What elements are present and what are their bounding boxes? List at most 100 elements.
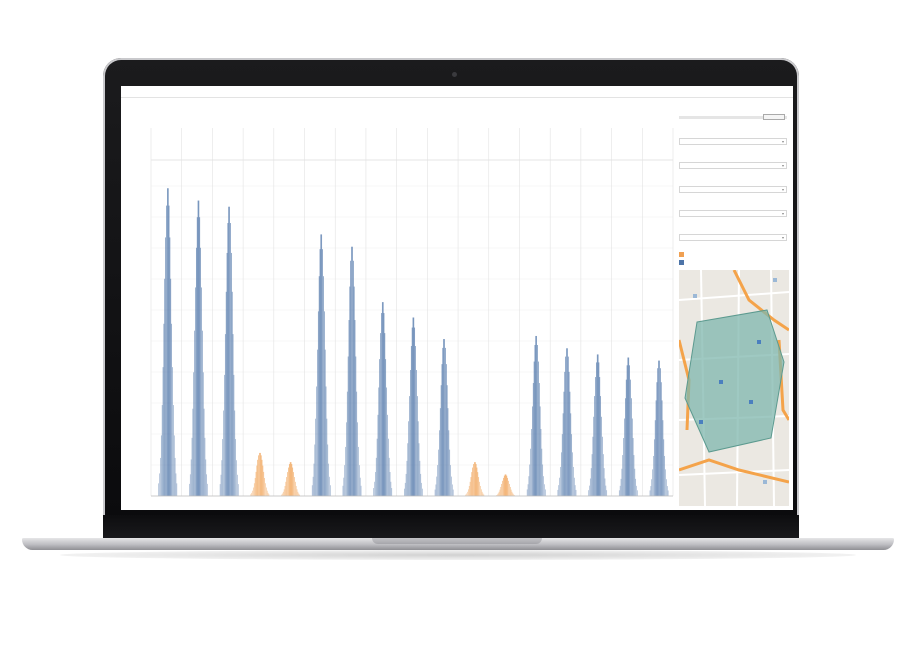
chart-bar bbox=[221, 460, 223, 496]
chart-bar bbox=[347, 356, 349, 496]
chart-bar bbox=[207, 483, 208, 496]
chart-bar bbox=[417, 421, 419, 496]
chart-bar bbox=[173, 435, 175, 496]
chart-bar bbox=[501, 483, 502, 496]
chart-bar bbox=[605, 485, 607, 496]
chart-bar bbox=[350, 260, 352, 496]
chart-bar bbox=[407, 443, 409, 496]
chart-bar bbox=[625, 379, 627, 496]
chart-bar bbox=[629, 365, 630, 496]
chart-bar bbox=[267, 492, 269, 496]
chart-bar bbox=[388, 438, 389, 496]
chart-bar bbox=[595, 377, 596, 496]
chart-bar bbox=[446, 385, 448, 496]
chart-bar bbox=[420, 473, 422, 496]
chart-bar bbox=[571, 434, 573, 496]
chart-bar bbox=[561, 434, 563, 496]
filter-select-1[interactable] bbox=[679, 138, 787, 145]
chart-bar bbox=[497, 493, 499, 496]
chart-bar bbox=[601, 416, 602, 496]
chart-bar bbox=[254, 477, 256, 496]
chart-bar bbox=[175, 473, 177, 496]
chart-bar bbox=[589, 485, 590, 496]
chart-bar bbox=[162, 367, 164, 496]
chart-bar bbox=[345, 446, 346, 496]
chart-bar bbox=[316, 386, 317, 496]
chart-bar bbox=[449, 449, 451, 496]
chart-bar bbox=[559, 477, 560, 496]
chart-bar bbox=[322, 249, 323, 496]
chart-bar bbox=[260, 452, 261, 496]
chart-bar bbox=[318, 276, 320, 496]
filter-select-4[interactable] bbox=[679, 210, 787, 217]
chart-bar bbox=[593, 416, 595, 496]
chart-bar bbox=[159, 473, 160, 496]
chart-bar bbox=[632, 438, 634, 496]
chart-bar bbox=[224, 374, 225, 496]
chart-bar bbox=[195, 287, 196, 496]
chart-bar bbox=[469, 481, 471, 496]
chart-bar bbox=[203, 408, 205, 496]
chart-bar bbox=[603, 468, 605, 496]
chart-bar bbox=[386, 387, 387, 496]
chart-bar bbox=[649, 490, 651, 496]
chart-bar bbox=[445, 347, 446, 496]
chart-bar bbox=[260, 455, 262, 496]
chart-bar bbox=[471, 472, 473, 496]
chart-bar bbox=[540, 429, 542, 496]
chart-bar bbox=[194, 330, 195, 496]
chart-bar bbox=[602, 454, 604, 496]
chart-bar bbox=[604, 478, 606, 496]
chart-bar bbox=[631, 418, 633, 496]
chart-bar bbox=[451, 476, 452, 496]
chart-bar bbox=[236, 460, 237, 496]
chart-bar bbox=[662, 420, 664, 496]
chart-bar bbox=[657, 368, 659, 496]
filter-select-3[interactable] bbox=[679, 186, 787, 193]
chart-bar bbox=[226, 252, 228, 496]
chart-bar bbox=[588, 490, 589, 496]
chart-bar bbox=[404, 482, 406, 496]
chart-bar bbox=[197, 200, 199, 496]
chart-bar bbox=[253, 483, 255, 496]
chart-bar bbox=[352, 260, 354, 496]
chart-bar bbox=[406, 460, 408, 496]
chart-bar bbox=[620, 478, 622, 496]
chart-bar bbox=[167, 188, 168, 496]
chart-bar bbox=[532, 383, 534, 496]
chart-bar bbox=[468, 485, 470, 496]
location-map[interactable] bbox=[679, 270, 789, 506]
chart-bar bbox=[199, 217, 201, 496]
chart-bar bbox=[532, 406, 533, 496]
chart-bar bbox=[164, 278, 166, 496]
chart-bar bbox=[202, 330, 203, 496]
chart-bar bbox=[567, 356, 569, 496]
chart-bar bbox=[538, 383, 540, 496]
chart-bar bbox=[285, 481, 287, 496]
chart-bar bbox=[473, 464, 474, 496]
chart-bar bbox=[190, 459, 192, 496]
chart-bar bbox=[599, 377, 601, 496]
legend-item-weekend[interactable] bbox=[679, 252, 684, 257]
filter-select-5[interactable] bbox=[679, 234, 787, 241]
chart-bar bbox=[384, 333, 386, 496]
filter-select-2[interactable] bbox=[679, 162, 787, 169]
chart-bar bbox=[163, 323, 165, 496]
chart-bar bbox=[282, 493, 283, 496]
chart-bar bbox=[346, 422, 347, 496]
chart-bar bbox=[572, 452, 573, 496]
chart-bar bbox=[512, 493, 514, 496]
chart-bar bbox=[293, 472, 294, 496]
chart-bar bbox=[348, 320, 350, 496]
chart-bar bbox=[231, 252, 232, 496]
chart-bar bbox=[169, 237, 171, 497]
chart-bar bbox=[355, 356, 357, 496]
chart-bar bbox=[562, 413, 564, 496]
range-slider-handle[interactable] bbox=[763, 114, 785, 120]
chart-bar bbox=[536, 335, 537, 496]
legend-item-weekday[interactable] bbox=[679, 260, 684, 265]
chart-bar bbox=[224, 334, 226, 496]
chart-bar bbox=[237, 484, 239, 496]
chart-bar bbox=[447, 408, 449, 496]
chart-bar bbox=[563, 391, 565, 496]
